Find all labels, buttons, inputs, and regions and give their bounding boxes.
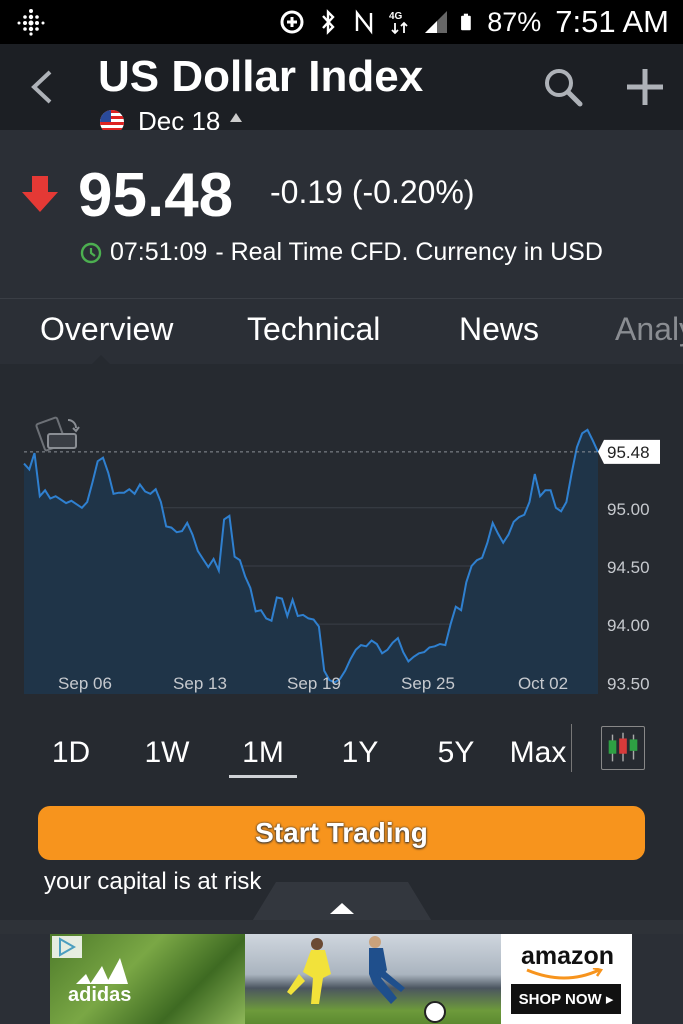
quote-timestamp-row: 07:51:09 - Real Time CFD. Currency in US…: [80, 238, 603, 267]
down-arrow-icon: [22, 176, 58, 212]
ad-amazon-panel: amazon SHOP NOW ▸: [501, 934, 632, 1024]
x-tick-label: Sep 13: [173, 674, 227, 693]
adchoices-icon[interactable]: [52, 936, 82, 958]
battery-percent: 87%: [487, 6, 542, 37]
back-arrow-icon[interactable]: [22, 64, 62, 110]
tab-overview[interactable]: Overview: [40, 311, 173, 348]
clock-time: 7:51 AM: [555, 4, 669, 39]
quote-time: 07:51:09: [110, 238, 208, 266]
tab-news[interactable]: News: [459, 311, 539, 348]
y-tick-label: 94.00: [607, 616, 650, 635]
current-price-tag: 95.48: [598, 439, 660, 464]
current-price-label: 95.48: [607, 443, 650, 462]
data-saver-icon: [280, 10, 304, 34]
chart-svg[interactable]: 95.00 94.50 94.00 93.50 Sep 06 Sep 13 Sep 19 S…: [0, 364, 683, 704]
range-1d[interactable]: 1D: [50, 736, 92, 770]
soccer-players-image: [287, 936, 446, 1023]
tab-analysis[interactable]: Analy: [615, 311, 683, 348]
x-tick-label: Sep 06: [58, 674, 112, 693]
bluetooth-icon: [322, 9, 335, 35]
ad-brand-right: amazon: [521, 942, 615, 970]
adidas-logo-icon: [76, 958, 128, 984]
range-5y[interactable]: 5Y: [434, 736, 478, 770]
ad-banner-area: adidas amazon SHOP NOW ▸: [0, 934, 683, 1024]
tab-technical[interactable]: Technical: [247, 311, 380, 348]
range-divider: [571, 724, 572, 772]
status-icons: 4G 87% 7:51 AM: [279, 0, 669, 44]
rotate-screen-icon[interactable]: [35, 416, 80, 452]
page-title: US Dollar Index: [98, 52, 424, 101]
clock-icon: [80, 242, 102, 263]
price-area-fill: [24, 429, 598, 694]
dropdown-caret-icon: [230, 113, 243, 122]
app-header: US Dollar Index Dec 18: [0, 44, 683, 130]
status-bar: 4G 87% 7:51 AM: [0, 0, 683, 44]
battery-icon: [461, 13, 471, 31]
quote-description: - Real Time CFD. Currency in USD: [215, 238, 603, 266]
ad-image-grass: adidas: [50, 934, 245, 1024]
price-change: -0.19 (-0.20%): [270, 174, 475, 210]
shop-now-button[interactable]: SHOP NOW ▸: [511, 984, 621, 1014]
add-icon[interactable]: [622, 64, 668, 110]
start-trading-button[interactable]: Start Trading: [38, 806, 645, 860]
ad-brand-left: adidas: [68, 984, 132, 1006]
drawer-bar: [0, 920, 683, 934]
nfc-icon: [356, 9, 373, 35]
candlestick-chart-icon[interactable]: [601, 726, 645, 770]
contract-selector[interactable]: Dec 18: [100, 106, 243, 130]
ad-banner[interactable]: adidas amazon SHOP NOW ▸: [50, 934, 632, 1024]
contract-month: Dec 18: [138, 106, 221, 130]
amazon-smile-icon: [526, 968, 604, 980]
fitness-tracker-icon: [17, 9, 45, 36]
y-tick-label: 95.00: [607, 500, 650, 519]
network-badge-text: 4G: [389, 11, 403, 22]
range-1m[interactable]: 1M: [238, 736, 288, 770]
range-max[interactable]: Max: [506, 736, 570, 770]
y-tick-label: 93.50: [607, 674, 650, 693]
signal-icon: [425, 11, 448, 33]
selected-range-indicator: [229, 775, 297, 778]
last-price: 95.48: [78, 161, 234, 230]
ad-image-soccer: [245, 934, 501, 1024]
range-1y[interactable]: 1Y: [338, 736, 382, 770]
price-chart[interactable]: 95.00 94.50 94.00 93.50 Sep 06 Sep 13 Sep 19 S…: [0, 364, 683, 704]
search-icon[interactable]: [540, 64, 586, 110]
time-range-selector: 1D 1W 1M 1Y 5Y Max: [0, 724, 683, 784]
x-tick-label: Sep 25: [401, 674, 455, 693]
x-tick-label: Oct 02: [518, 674, 568, 693]
x-tick-label: Sep 19: [287, 674, 341, 693]
risk-disclaimer: your capital is at risk: [44, 868, 262, 895]
4g-lte-icon: 4G: [389, 11, 408, 35]
y-tick-label: 94.50: [607, 558, 650, 577]
quote-panel: 95.48 -0.19 (-0.20%) 07:51:09 - Real Tim…: [0, 130, 683, 298]
range-1w[interactable]: 1W: [142, 736, 192, 770]
us-flag-icon: [100, 109, 124, 130]
